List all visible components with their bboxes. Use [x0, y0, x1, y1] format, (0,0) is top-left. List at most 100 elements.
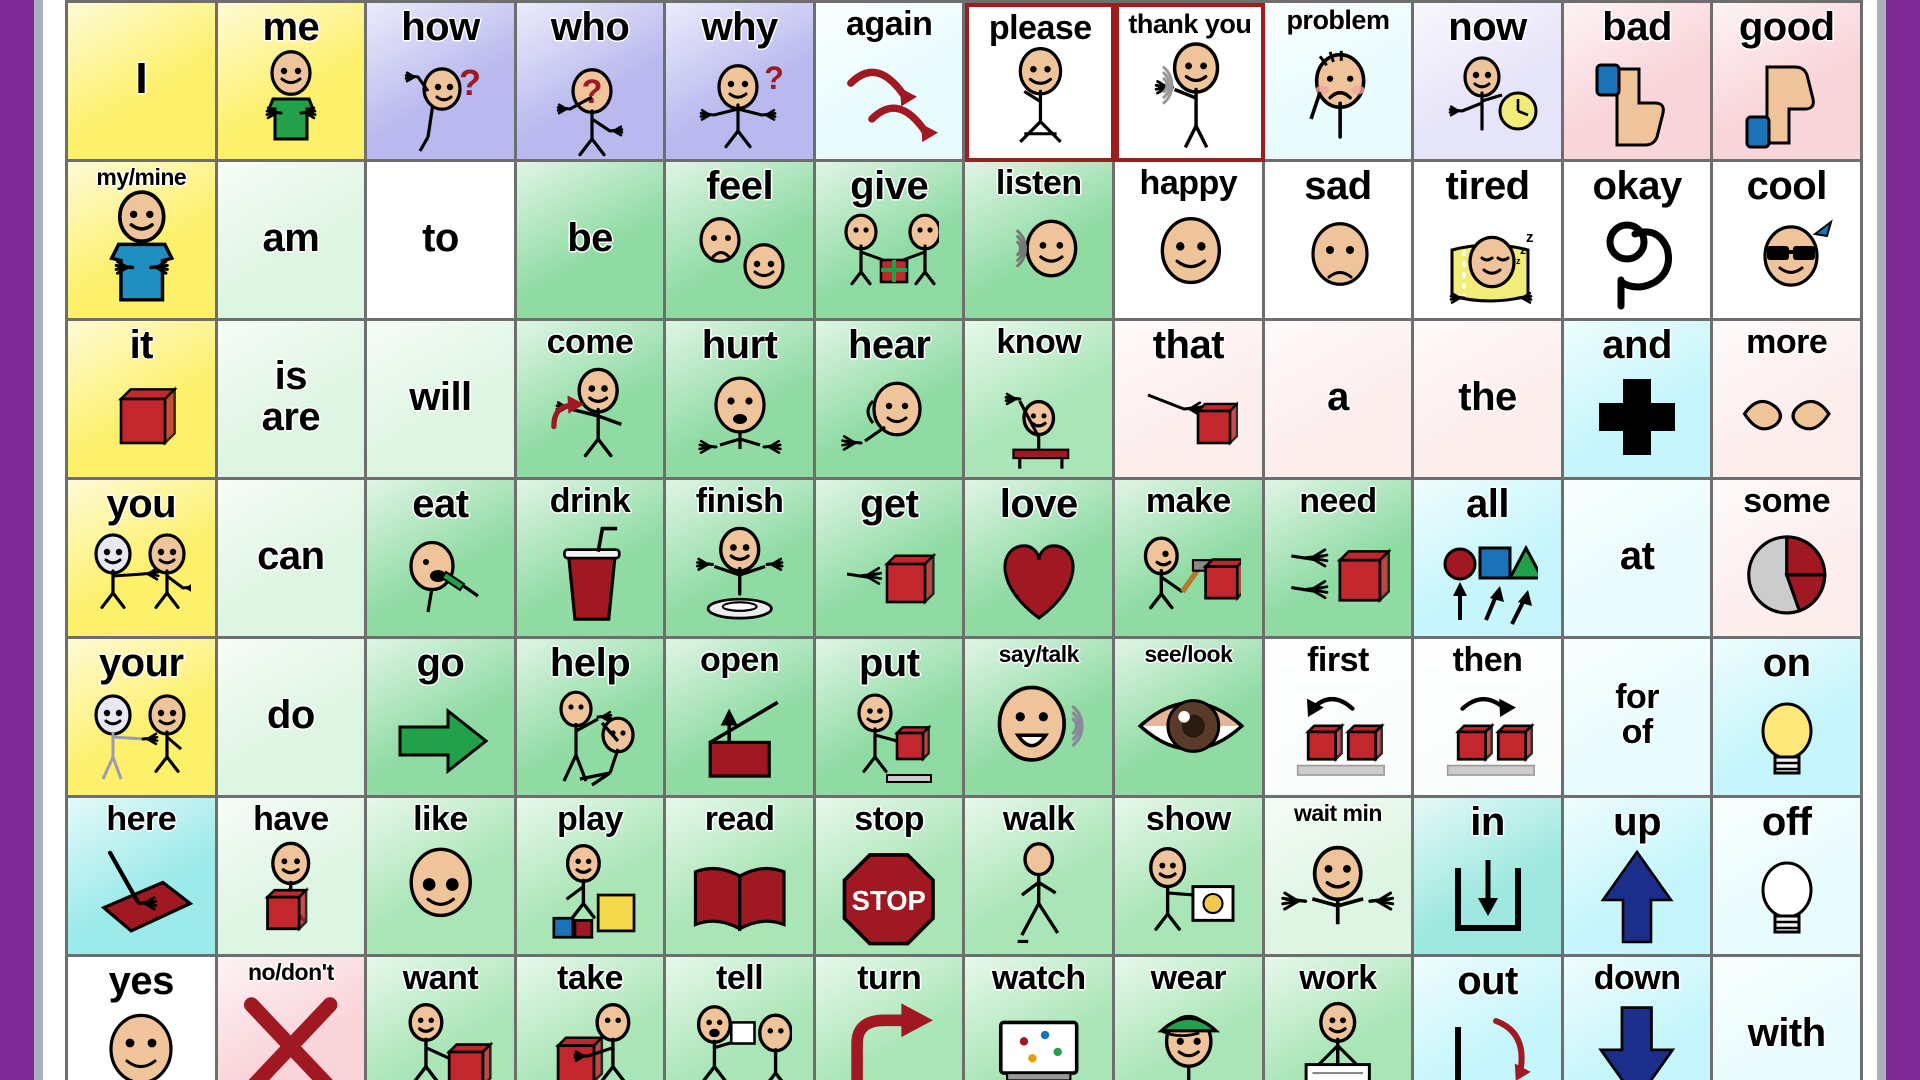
symbol-cell-finish[interactable]: finish [666, 480, 816, 639]
symbol-cell-yes[interactable]: yes [68, 957, 218, 1080]
symbol-cell-stop[interactable]: stop STOP [815, 798, 966, 957]
symbol-cell-hear[interactable]: hear [815, 321, 966, 480]
symbol-cell-make[interactable]: make [1115, 480, 1265, 639]
symbol-cell-okay[interactable]: okay [1563, 162, 1714, 321]
symbol-cell-to[interactable]: to [367, 162, 517, 321]
symbol-cell-that[interactable]: that [1115, 321, 1265, 480]
symbol-cell-happy[interactable]: happy [1115, 162, 1265, 321]
symbol-cell-at[interactable]: at [1563, 480, 1714, 639]
symbol-cell-your[interactable]: your [68, 639, 218, 798]
symbol-cell-then[interactable]: then [1414, 639, 1564, 798]
symbol-cell-be[interactable]: be [516, 162, 667, 321]
symbol-label: can [257, 534, 325, 578]
symbol-art-down-icon [1567, 995, 1708, 1080]
symbol-cell-like[interactable]: like [367, 798, 517, 957]
symbol-cell-do[interactable]: do [217, 639, 368, 798]
symbol-cell-show[interactable]: show [1115, 798, 1265, 957]
symbol-cell-want[interactable]: want [367, 957, 517, 1080]
symbol-cell-walk[interactable]: walk [965, 798, 1116, 957]
symbol-label: turn [857, 959, 922, 997]
symbol-cell-see-look[interactable]: see/look [1115, 639, 1265, 798]
symbol-cell-turn[interactable]: turn [815, 957, 966, 1080]
symbol-cell-it[interactable]: it [68, 321, 218, 480]
symbol-cell-out[interactable]: out [1414, 957, 1564, 1080]
symbol-cell-get[interactable]: get [815, 480, 966, 639]
symbol-cell-wear[interactable]: wear [1115, 957, 1265, 1080]
symbol-cell-drink[interactable]: drink [516, 480, 667, 639]
symbol-cell-need[interactable]: need [1264, 480, 1415, 639]
symbol-cell-know[interactable]: know [965, 321, 1116, 480]
symbol-art-like-icon [370, 836, 511, 952]
symbol-cell-have[interactable]: have [217, 798, 368, 957]
symbol-cell-the[interactable]: the [1414, 321, 1564, 480]
symbol-cell-all[interactable]: all [1414, 480, 1564, 639]
symbol-cell-first[interactable]: first [1264, 639, 1415, 798]
symbol-cell-give[interactable]: give [815, 162, 966, 321]
symbol-cell-on[interactable]: on [1713, 639, 1863, 798]
symbol-cell-for-of[interactable]: for of [1563, 639, 1714, 798]
symbol-cell-up[interactable]: up [1563, 798, 1714, 957]
symbol-cell-bad[interactable]: bad [1563, 3, 1714, 162]
symbol-label: hear [847, 323, 931, 367]
svg-text:z: z [1516, 256, 1521, 266]
symbol-cell-me[interactable]: me [217, 3, 368, 162]
symbol-cell-please[interactable]: please [965, 3, 1116, 162]
symbol-cell-how[interactable]: how? [367, 3, 517, 162]
symbol-cell-now[interactable]: now [1414, 3, 1564, 162]
symbol-cell-wait-min[interactable]: wait min [1264, 798, 1415, 957]
symbol-cell-play[interactable]: play [516, 798, 667, 957]
symbol-label: tired [1445, 164, 1530, 208]
symbol-cell-tell[interactable]: tell [666, 957, 816, 1080]
svg-text:z: z [1520, 243, 1526, 257]
symbol-cell-again[interactable]: again [815, 3, 966, 162]
symbol-cell-here[interactable]: here [68, 798, 218, 957]
symbol-art-saytalk-icon [968, 666, 1109, 793]
symbol-cell-off[interactable]: off [1713, 798, 1863, 957]
symbol-cell-can[interactable]: can [217, 480, 368, 639]
symbol-cell-and[interactable]: and [1563, 321, 1714, 480]
symbol-cell-watch[interactable]: watch [965, 957, 1116, 1080]
symbol-cell-love[interactable]: love [965, 480, 1116, 639]
symbol-cell-more[interactable]: more [1713, 321, 1863, 480]
left-scrollbar-rule[interactable] [34, 0, 43, 1080]
symbol-cell-say-talk[interactable]: say/talk [965, 639, 1116, 798]
symbol-label: first [1307, 641, 1369, 679]
symbol-cell-tired[interactable]: tired z z z [1414, 162, 1564, 321]
symbol-cell-listen[interactable]: listen [965, 162, 1116, 321]
symbol-cell-eat[interactable]: eat [367, 480, 517, 639]
symbol-cell-why[interactable]: why ? [666, 3, 816, 162]
symbol-cell-no-don-t[interactable]: no/don't [217, 957, 368, 1080]
symbol-cell-problem[interactable]: problem [1264, 3, 1415, 162]
symbol-cell-you[interactable]: you [68, 480, 218, 639]
symbol-cell-cool[interactable]: cool [1713, 162, 1863, 321]
symbol-cell-a[interactable]: a [1264, 321, 1415, 480]
symbol-cell-am[interactable]: am [217, 162, 368, 321]
symbol-cell-some[interactable]: some [1713, 480, 1863, 639]
symbol-cell-good[interactable]: good [1713, 3, 1863, 162]
symbol-cell-sad[interactable]: sad [1264, 162, 1415, 321]
symbol-cell-come[interactable]: come [516, 321, 667, 480]
symbol-cell-hurt[interactable]: hurt [666, 321, 816, 480]
symbol-cell-take[interactable]: take [516, 957, 667, 1080]
symbol-cell-put[interactable]: put [815, 639, 966, 798]
symbol-label: say/talk [998, 641, 1080, 667]
symbol-cell-work[interactable]: work [1264, 957, 1415, 1080]
symbol-cell-with[interactable]: with [1713, 957, 1863, 1080]
symbol-cell-read[interactable]: read [666, 798, 816, 957]
symbol-cell-will[interactable]: will [367, 321, 517, 480]
symbol-cell-help[interactable]: help [516, 639, 667, 798]
symbol-cell-open[interactable]: open [666, 639, 816, 798]
symbol-cell-go[interactable]: go [367, 639, 517, 798]
symbol-label: thank you [1128, 9, 1252, 39]
symbol-cell-thank-you[interactable]: thank you [1115, 3, 1265, 162]
symbol-cell-in[interactable]: in [1414, 798, 1564, 957]
symbol-cell-feel[interactable]: feel [666, 162, 816, 321]
symbol-art-read-icon [669, 836, 810, 952]
symbol-cell-my-mine[interactable]: my/mine [68, 162, 218, 321]
right-scrollbar-rule[interactable] [1877, 0, 1886, 1080]
symbol-cell-i[interactable]: I [68, 3, 218, 162]
symbol-label: off [1761, 800, 1812, 844]
symbol-cell-down[interactable]: down [1563, 957, 1714, 1080]
symbol-cell-is-are[interactable]: is are [217, 321, 368, 480]
symbol-cell-who[interactable]: who? [516, 3, 667, 162]
